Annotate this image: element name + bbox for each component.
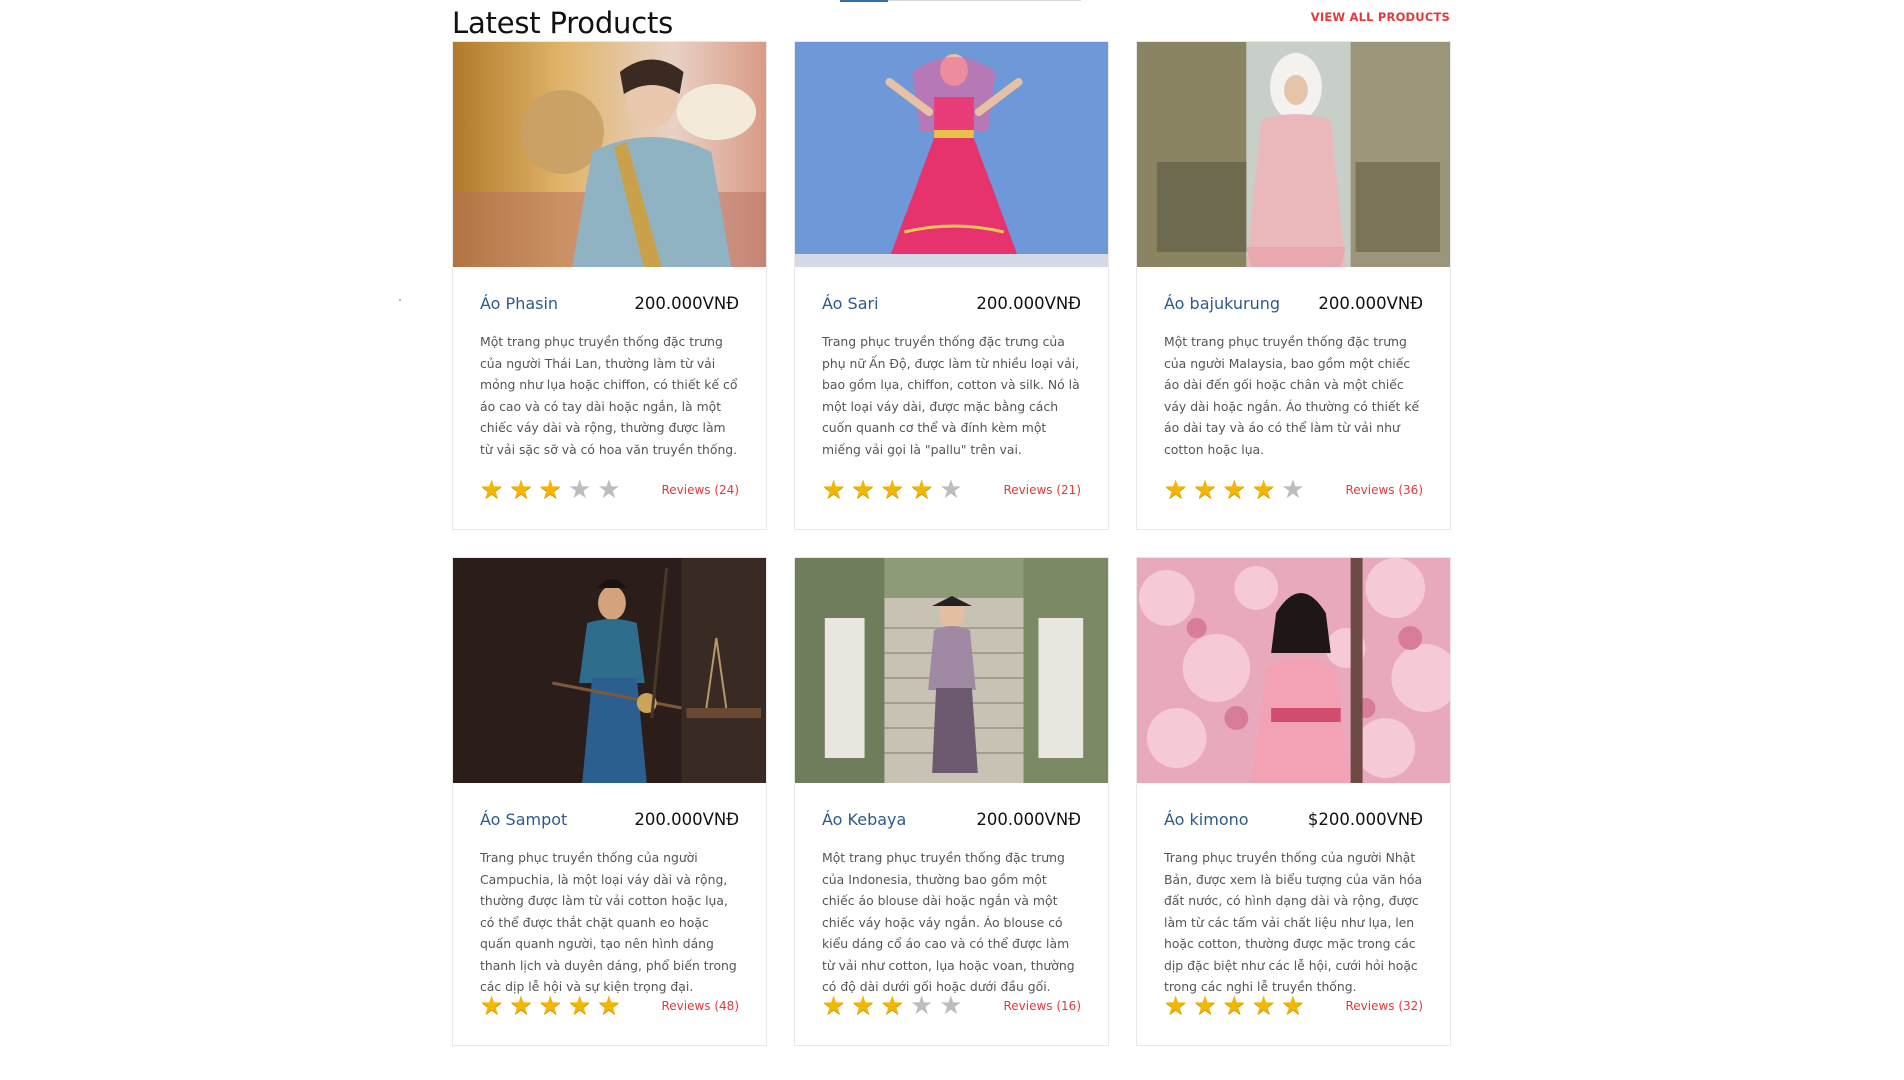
product-image[interactable]: [795, 42, 1108, 267]
star-rating: ★ ★ ★ ★ ★: [822, 477, 963, 503]
product-description: Một trang phục truyền thống đặc trưng củ…: [1164, 334, 1420, 457]
product-image[interactable]: [1137, 558, 1450, 783]
product-image[interactable]: [453, 558, 766, 783]
star-filled-icon: ★: [567, 991, 592, 1021]
reviews-link[interactable]: Reviews (36): [1345, 483, 1423, 497]
star-rating: ★ ★ ★ ★ ★: [480, 477, 621, 503]
star-filled-icon: ★: [822, 475, 846, 505]
star-filled-icon: ★: [597, 991, 621, 1021]
product-card[interactable]: Áo Phasin 200.000VNĐ Một trang phục truy…: [452, 41, 767, 530]
product-name[interactable]: Áo Kebaya: [822, 810, 906, 829]
star-filled-icon: ★: [880, 475, 904, 505]
product-photo-kebaya: [795, 558, 1108, 783]
product-description: Trang phục truyền thống của người Nhật B…: [1164, 850, 1423, 994]
star-filled-icon: ★: [880, 991, 904, 1021]
product-description: Trang phục truyền thống đặc trưng của ph…: [822, 334, 1080, 457]
product-photo-sari: [795, 42, 1108, 267]
star-filled-icon: ★: [851, 475, 875, 505]
product-image[interactable]: [1137, 42, 1450, 267]
star-empty-icon: ★: [909, 991, 934, 1021]
product-name[interactable]: Áo Sari: [822, 294, 879, 313]
product-name[interactable]: Áo bajukurung: [1164, 294, 1280, 313]
star-empty-icon: ★: [1281, 475, 1305, 505]
star-filled-icon: ★: [509, 991, 533, 1021]
star-filled-icon: ★: [1251, 475, 1276, 505]
star-filled-icon: ★: [1222, 475, 1246, 505]
star-empty-icon: ★: [567, 475, 592, 505]
star-rating: ★ ★ ★ ★ ★: [822, 993, 963, 1019]
reviews-link[interactable]: Reviews (21): [1003, 483, 1081, 497]
product-card[interactable]: Áo kimono $200.000VNĐ Trang phục truyền …: [1136, 557, 1451, 1046]
reviews-link[interactable]: Reviews (16): [1003, 999, 1081, 1013]
product-card[interactable]: Áo Kebaya 200.000VNĐ Một trang phục truy…: [794, 557, 1109, 1046]
star-filled-icon: ★: [480, 991, 504, 1021]
product-price: 200.000VNĐ: [1318, 293, 1423, 313]
product-name[interactable]: Áo Sampot: [480, 810, 567, 829]
star-filled-icon: ★: [538, 991, 562, 1021]
star-filled-icon: ★: [1193, 475, 1217, 505]
reviews-link[interactable]: Reviews (48): [661, 999, 739, 1013]
section-header: Latest Products VIEW ALL PRODUCTS: [452, 0, 1450, 40]
star-empty-icon: ★: [597, 475, 621, 505]
star-filled-icon: ★: [822, 991, 846, 1021]
star-filled-icon: ★: [480, 475, 504, 505]
reviews-link[interactable]: Reviews (32): [1345, 999, 1423, 1013]
star-filled-icon: ★: [1193, 991, 1217, 1021]
star-filled-icon: ★: [1164, 991, 1188, 1021]
view-all-products-link[interactable]: VIEW ALL PRODUCTS: [1311, 10, 1450, 24]
product-photo-phasin: [453, 42, 766, 267]
product-price: 200.000VNĐ: [634, 293, 739, 313]
star-filled-icon: ★: [509, 475, 533, 505]
product-card[interactable]: Áo Sari 200.000VNĐ Trang phục truyền thố…: [794, 41, 1109, 530]
product-photo-bajukurung: [1137, 42, 1450, 267]
star-rating: ★ ★ ★ ★ ★: [1164, 993, 1305, 1019]
star-empty-icon: ★: [939, 991, 963, 1021]
star-filled-icon: ★: [851, 991, 875, 1021]
star-filled-icon: ★: [1281, 991, 1305, 1021]
product-photo-sampot: [453, 558, 766, 783]
product-price: $200.000VNĐ: [1307, 809, 1423, 829]
decorative-dot: [399, 299, 401, 301]
product-image[interactable]: [795, 558, 1108, 783]
product-description: Một trang phục truyền thống đặc trưng củ…: [480, 334, 738, 457]
product-name[interactable]: Áo kimono: [1164, 810, 1249, 829]
reviews-link[interactable]: Reviews (24): [661, 483, 739, 497]
star-rating: ★ ★ ★ ★ ★: [480, 993, 621, 1019]
star-filled-icon: ★: [538, 475, 562, 505]
product-price: 200.000VNĐ: [976, 809, 1081, 829]
star-filled-icon: ★: [909, 475, 934, 505]
section-title: Latest Products: [452, 6, 674, 40]
star-empty-icon: ★: [939, 475, 963, 505]
star-filled-icon: ★: [1251, 991, 1276, 1021]
product-description: Một trang phục truyền thống đặc trưng củ…: [822, 850, 1075, 994]
product-price: 200.000VNĐ: [634, 809, 739, 829]
product-price: 200.000VNĐ: [976, 293, 1081, 313]
star-rating: ★ ★ ★ ★ ★: [1164, 477, 1305, 503]
product-photo-kimono: [1137, 558, 1450, 783]
star-filled-icon: ★: [1222, 991, 1246, 1021]
product-description: Trang phục truyền thống của người Campuc…: [480, 850, 737, 994]
star-filled-icon: ★: [1164, 475, 1188, 505]
product-image[interactable]: [453, 42, 766, 267]
product-card[interactable]: Áo bajukurung 200.000VNĐ Một trang phục …: [1136, 41, 1451, 530]
product-card[interactable]: Áo Sampot 200.000VNĐ Trang phục truyền t…: [452, 557, 767, 1046]
product-grid: Áo Phasin 200.000VNĐ Một trang phục truy…: [452, 41, 1451, 1046]
product-name[interactable]: Áo Phasin: [480, 294, 558, 313]
